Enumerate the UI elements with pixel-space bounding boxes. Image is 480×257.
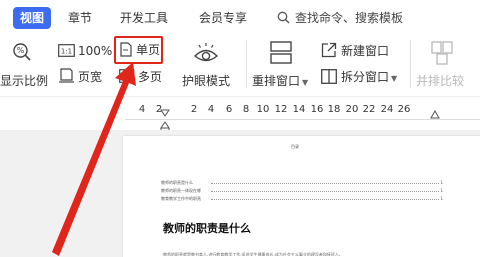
toc-leader xyxy=(211,183,439,184)
zoom-100-button[interactable]: 100% xyxy=(78,43,112,59)
search-box[interactable]: 查找命令、搜索模板 xyxy=(277,9,403,27)
horizontal-ruler: 4 2 2 4 6 8 10 12 14 16 18 20 22 24 26 xyxy=(0,96,480,131)
search-label: 查找命令、搜索模板 xyxy=(295,11,404,25)
tab-member-exclusive[interactable]: 会员专享 xyxy=(199,7,247,29)
document-canvas: 目录 教师的职责是什么 1 教师的职责一体现在哪 1 教育教学工作中的职责 1 … xyxy=(0,130,480,257)
svg-text:1:1: 1:1 xyxy=(61,48,72,56)
eye-icon xyxy=(193,43,219,62)
split-window-icon xyxy=(321,69,337,84)
tab-bar: 视图 章节 开发工具 会员专享 查找命令、搜索模板 xyxy=(0,0,480,34)
ruler-track xyxy=(125,119,480,120)
multi-page-icon xyxy=(119,69,135,83)
rearrange-window-icon xyxy=(270,41,292,64)
toc-leader xyxy=(211,191,439,192)
ruler-tick: 18 xyxy=(327,104,341,115)
indent-marker-icon[interactable] xyxy=(160,109,170,131)
toc-entry[interactable]: 教师的职责是什么 1 xyxy=(161,180,443,186)
new-window-button[interactable]: 新建窗口 xyxy=(341,43,389,59)
tab-view[interactable]: 视图 xyxy=(13,7,52,29)
multi-page-button[interactable]: 多页 xyxy=(138,69,162,85)
chevron-down-icon: ▼ xyxy=(391,74,398,83)
highlight-box xyxy=(114,36,163,64)
svg-text:%: % xyxy=(17,46,25,55)
toc-page-number: 1 xyxy=(440,196,443,201)
chevron-down-icon: ▼ xyxy=(302,78,309,87)
ribbon-divider xyxy=(410,40,411,88)
toc-page-number: 1 xyxy=(440,180,443,185)
document-body-text: 教师的职责就是教书育人,进行教育教学工作,促进学生健康成长,成为社会主义事业的建… xyxy=(163,252,343,256)
document-heading: 教师的职责是什么 xyxy=(163,222,251,235)
ribbon-divider xyxy=(246,40,247,88)
split-window-button[interactable]: 拆分窗口 ▼ xyxy=(341,69,397,87)
toc-entry-text: 教师的职责是什么 xyxy=(161,180,193,185)
ruler-tick: 4 xyxy=(207,104,215,115)
actual-size-icon: 1:1 xyxy=(58,44,75,57)
display-ratio-button[interactable]: 显示比例 xyxy=(0,73,48,89)
ruler-tick: 14 xyxy=(292,104,306,115)
toc-page-number: 1 xyxy=(440,188,443,193)
zoom-percent-icon: % xyxy=(13,43,31,61)
tab-chapter[interactable]: 章节 xyxy=(68,7,92,29)
new-window-icon xyxy=(321,42,337,58)
ruler-tick: 26 xyxy=(397,104,411,115)
ruler-tick: 12 xyxy=(274,104,288,115)
search-icon xyxy=(277,11,290,24)
ribbon-toolbar: % 显示比例 1:1 100% 页宽 单页 多页 护眼模式 重排窗口 ▼ 新建窗… xyxy=(0,34,480,96)
ruler-tick: 10 xyxy=(256,104,270,115)
tab-developer-tools[interactable]: 开发工具 xyxy=(120,7,168,29)
document-page[interactable]: 目录 教师的职责是什么 1 教师的职责一体现在哪 1 教育教学工作中的职责 1 … xyxy=(123,136,480,257)
toc-entry[interactable]: 教师的职责一体现在哪 1 xyxy=(161,188,443,194)
toc-entry-text: 教师的职责一体现在哪 xyxy=(161,188,201,193)
rearrange-window-label: 重排窗口 xyxy=(252,74,301,88)
eye-protection-button[interactable]: 护眼模式 xyxy=(182,73,230,89)
page-width-icon xyxy=(59,68,74,83)
rearrange-window-button[interactable]: 重排窗口 ▼ xyxy=(252,73,308,91)
right-indent-marker-icon[interactable] xyxy=(430,110,440,119)
side-by-side-button[interactable]: 并排比较 xyxy=(416,73,464,89)
toc-entry-text: 教育教学工作中的职责 xyxy=(161,196,201,201)
page-width-button[interactable]: 页宽 xyxy=(78,69,102,85)
side-by-side-icon xyxy=(431,41,453,65)
toc-entry[interactable]: 教育教学工作中的职责 1 xyxy=(161,196,443,202)
toc-leader xyxy=(211,199,439,200)
toc-title: 目录 xyxy=(291,144,299,149)
ruler-tick: 22 xyxy=(362,104,376,115)
split-window-label: 拆分窗口 xyxy=(341,70,390,84)
